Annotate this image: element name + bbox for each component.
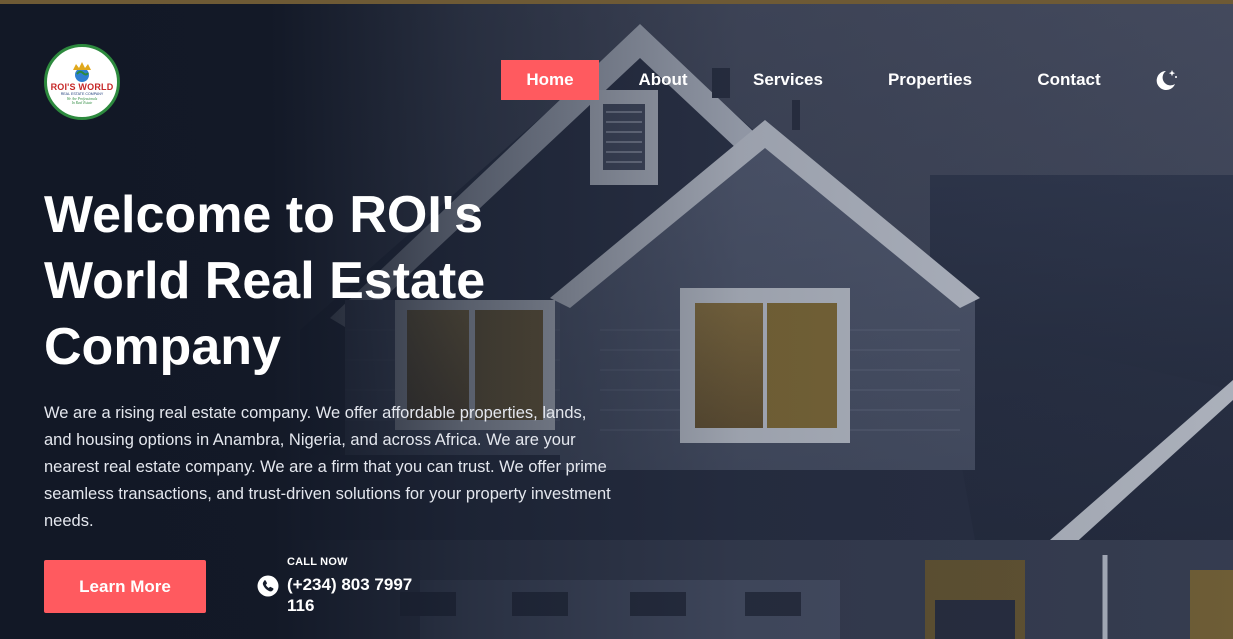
hero-title-line-1: Welcome to ROI's [44,186,484,244]
logo-tagline-2: In Real Estate [71,100,93,105]
hero-title-line-2: World Real Estate [44,252,486,310]
nav-item-services[interactable]: Services [741,60,835,100]
phone-number-link[interactable]: (+234) 803 7997 116 [287,574,437,616]
logo-brand: ROI'S WORLD [50,81,114,92]
nav-item-home[interactable]: Home [501,60,599,100]
crown-globe-icon [73,61,91,82]
hero-description: We are a rising real estate company. We … [44,404,611,530]
learn-more-button[interactable]: Learn More [44,560,206,613]
nav-item-properties[interactable]: Properties [879,60,981,100]
top-accent-line [0,0,1233,4]
call-now-label: CALL NOW [287,556,348,568]
nav-item-contact[interactable]: Contact [1029,60,1109,100]
hero-title: Welcome to ROI's World Real Estate Compa… [44,182,564,380]
phone-icon[interactable] [257,575,279,597]
moon-stars-icon[interactable] [1152,67,1178,93]
nav-item-about[interactable]: About [627,60,699,100]
company-logo[interactable]: ROI'S WORLD REAL ESTATE COMPANY We Are P… [44,44,120,120]
hero-title-line-3: Company [44,318,281,376]
